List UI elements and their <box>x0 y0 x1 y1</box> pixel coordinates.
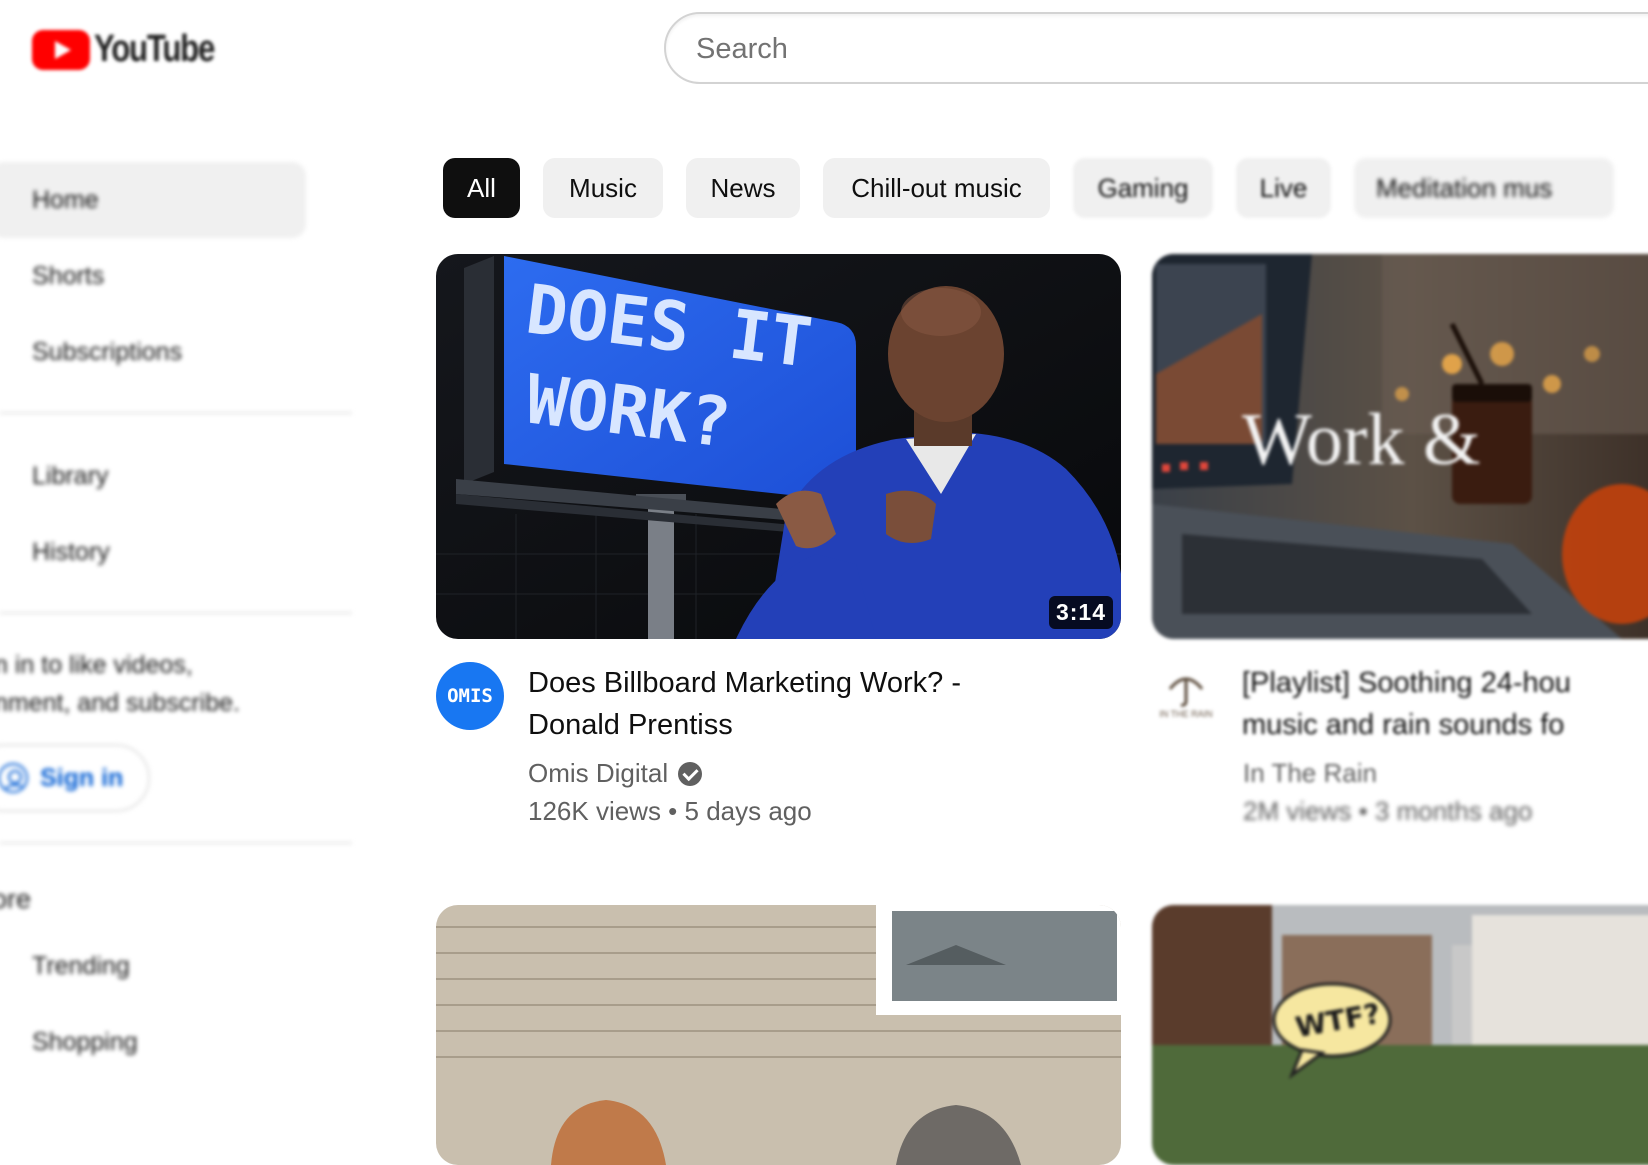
channel-name[interactable]: In The Rain <box>1243 758 1377 789</box>
sidebar-divider <box>0 412 352 414</box>
video-title-line2: music and rain sounds fo <box>1242 709 1565 741</box>
search-input[interactable] <box>696 31 1496 67</box>
video-thumbnail[interactable]: DOES IT WORK? 3:14 <box>436 254 1121 639</box>
video-title[interactable]: [Playlist] Soothing 24-hou music and rai… <box>1242 662 1648 746</box>
search-box[interactable] <box>664 12 1648 84</box>
channel-avatar[interactable]: OMIS <box>436 662 504 730</box>
video-thumbnail[interactable]: WTF? <box>1152 905 1648 1165</box>
chip-gaming[interactable]: Gaming <box>1073 158 1213 218</box>
sidebar-item-shorts[interactable]: Shorts <box>32 262 104 291</box>
video-meta: 126K views • 5 days ago <box>528 796 812 826</box>
work-rain-thumbnail-image: Work & <box>1152 254 1648 639</box>
sidebar-item-library[interactable]: Library <box>32 462 108 491</box>
chip-chill-out-music[interactable]: Chill-out music <box>823 158 1050 218</box>
video-title[interactable]: Does Billboard Marketing Work? - Donald … <box>528 662 961 746</box>
video-thumbnail[interactable]: Work & <box>1152 254 1648 639</box>
chip-music[interactable]: Music <box>543 158 663 218</box>
sidebar: Home Shorts Subscriptions Library Histor… <box>0 0 360 1124</box>
video-meta: 2M views • 3 months ago <box>1243 796 1533 826</box>
video-title-line2: Donald Prentiss <box>528 709 733 741</box>
video-duration: 3:14 <box>1048 596 1113 629</box>
signin-prompt-line1: n in to like videos, <box>0 651 193 679</box>
sidebar-item-home[interactable]: Home <box>32 186 99 215</box>
house-siding-thumbnail-image <box>436 905 1121 1165</box>
sidebar-item-subscriptions[interactable]: Subscriptions <box>32 338 182 367</box>
verified-check-icon <box>678 761 703 786</box>
chip-news[interactable]: News <box>686 158 800 218</box>
video-thumbnail[interactable] <box>436 905 1121 1165</box>
explore-section-title: ore <box>0 884 32 914</box>
thumbnail-text: Work & <box>1242 399 1481 481</box>
demolition-thumbnail-image: WTF? <box>1152 905 1648 1165</box>
chip-live[interactable]: Live <box>1236 158 1331 218</box>
sidebar-item-history[interactable]: History <box>32 538 110 567</box>
sidebar-item-shopping[interactable]: Shopping <box>32 1028 138 1057</box>
channel-name[interactable]: Omis Digital <box>528 758 703 789</box>
sidebar-divider <box>0 842 352 844</box>
channel-avatar-label: IN THE RAIN <box>1159 709 1213 719</box>
chip-all[interactable]: All <box>443 158 520 218</box>
sign-in-label: Sign in <box>40 763 124 792</box>
signin-prompt-line2: nment, and subscribe. <box>0 689 240 717</box>
channel-name-text: In The Rain <box>1243 758 1377 788</box>
umbrella-icon <box>1168 677 1204 707</box>
video-title-line1: Does Billboard Marketing Work? - <box>528 667 962 699</box>
sign-in-button[interactable]: Sign in <box>0 744 150 812</box>
sidebar-item-trending[interactable]: Trending <box>32 952 130 981</box>
billboard-thumbnail-image: DOES IT WORK? <box>436 254 1121 639</box>
sidebar-divider <box>0 612 352 614</box>
channel-avatar[interactable]: IN THE RAIN <box>1152 662 1220 730</box>
chip-meditation-music[interactable]: Meditation mus <box>1354 158 1614 218</box>
channel-name-text: Omis Digital <box>528 758 669 788</box>
user-circle-icon <box>0 763 28 793</box>
video-title-line1: [Playlist] Soothing 24-hou <box>1242 667 1571 699</box>
